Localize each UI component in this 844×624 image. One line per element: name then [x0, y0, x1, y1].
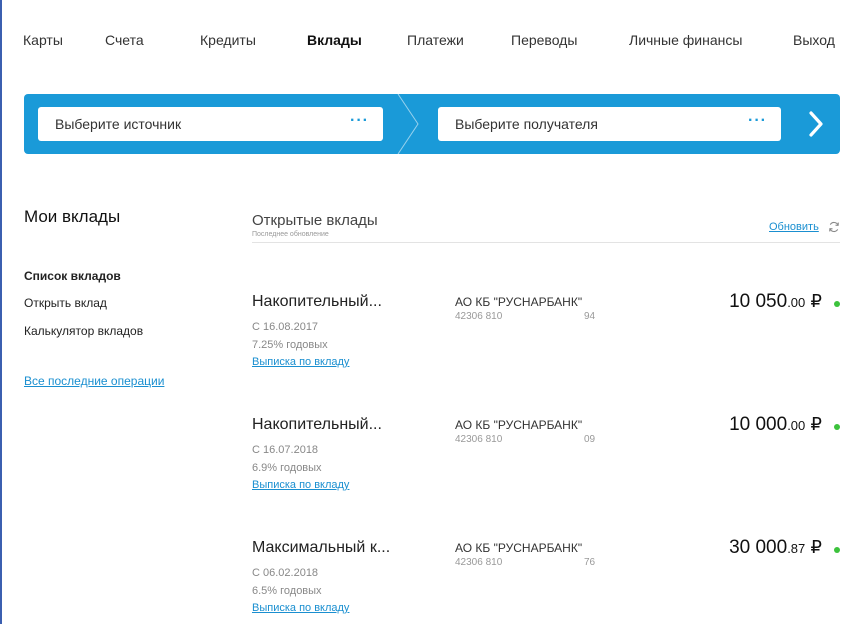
deposit-statement-link[interactable]: Выписка по вкладу — [252, 602, 349, 614]
section-title: Открытые вклады — [252, 212, 378, 229]
amount-fraction: .87 — [787, 541, 806, 556]
transfer-bar: Выберите источник ··· Выберите получател… — [24, 94, 840, 154]
status-dot-icon — [834, 301, 840, 307]
deposit-bank: АО КБ "РУСНАРБАНК" — [455, 418, 583, 432]
nav-item-payments[interactable]: Платежи — [407, 32, 464, 48]
status-dot-icon — [834, 424, 840, 430]
deposit-account-suffix: 94 — [584, 311, 596, 322]
deposit-bank: АО КБ "РУСНАРБАНК" — [455, 295, 583, 309]
deposit-name[interactable]: Максимальный к... — [252, 539, 390, 557]
target-more-icon[interactable]: ··· — [748, 112, 767, 130]
nav-item-cards[interactable]: Карты — [23, 32, 63, 48]
sidebar-item-open[interactable]: Открыть вклад — [24, 296, 107, 310]
sidebar-item-calculator[interactable]: Калькулятор вкладов — [24, 324, 143, 338]
all-operations-link[interactable]: Все последние операции — [24, 374, 164, 388]
amount-integer: 10 050 — [729, 291, 788, 312]
nav-item-accounts[interactable]: Счета — [105, 32, 144, 48]
sidebar-item-list[interactable]: Список вкладов — [24, 269, 121, 283]
deposit-account-suffix: 09 — [584, 434, 596, 445]
source-select[interactable]: Выберите источник ··· — [38, 107, 383, 141]
deposit-date: С 16.08.2017 — [252, 321, 319, 333]
target-select[interactable]: Выберите получателя ··· — [438, 107, 781, 141]
deposit-account-prefix: 42306 810 — [455, 434, 503, 445]
amount-integer: 30 000 — [729, 537, 788, 558]
deposit-statement-link[interactable]: Выписка по вкладу — [252, 356, 349, 368]
deposit-row[interactable]: Накопительный... С 16.07.2018 6.9% годов… — [252, 414, 844, 506]
deposit-date: С 16.07.2018 — [252, 444, 319, 456]
deposit-account-prefix: 42306 810 — [455, 557, 503, 568]
deposit-row[interactable]: Максимальный к... С 06.02.2018 6.5% годо… — [252, 537, 844, 624]
status-dot-icon — [834, 547, 840, 553]
header-divider — [252, 242, 840, 243]
nav-item-logout[interactable]: Выход — [793, 32, 835, 48]
deposit-amount: 10 000.00 ₽ — [729, 414, 822, 436]
deposit-account-prefix: 42306 810 — [455, 311, 503, 322]
deposit-account-suffix: 76 — [584, 557, 596, 568]
deposit-rate: 6.5% годовых — [252, 585, 322, 597]
deposit-rate: 6.9% годовых — [252, 462, 322, 474]
amount-fraction: .00 — [787, 418, 806, 433]
deposit-statement-link[interactable]: Выписка по вкладу — [252, 479, 349, 491]
nav-item-personal-finance[interactable]: Личные финансы — [629, 32, 742, 48]
deposit-rate: 7.25% годовых — [252, 339, 328, 351]
deposit-name[interactable]: Накопительный... — [252, 416, 382, 434]
nav-item-transfers[interactable]: Переводы — [511, 32, 577, 48]
deposit-date: С 06.02.2018 — [252, 567, 319, 579]
target-placeholder: Выберите получателя — [455, 116, 598, 132]
amount-fraction: .00 — [787, 295, 806, 310]
refresh-icon[interactable] — [828, 221, 840, 233]
chevron-right-icon[interactable] — [794, 94, 840, 154]
refresh-link[interactable]: Обновить — [769, 221, 819, 233]
deposit-row[interactable]: Накопительный... С 16.08.2017 7.25% годо… — [252, 291, 844, 383]
source-placeholder: Выберите источник — [55, 116, 182, 132]
deposit-bank: АО КБ "РУСНАРБАНК" — [455, 541, 583, 555]
source-more-icon[interactable]: ··· — [350, 112, 369, 130]
last-update-label: Последнее обновление — [252, 231, 329, 238]
currency-ruble-icon: ₽ — [810, 537, 822, 557]
amount-integer: 10 000 — [729, 414, 788, 435]
top-nav: Карты Счета Кредиты Вклады Платежи Перев… — [2, 0, 844, 80]
sidebar-title: Мои вклады — [24, 207, 121, 226]
chevron-separator-icon — [397, 94, 419, 154]
deposit-amount: 30 000.87 ₽ — [729, 537, 822, 559]
nav-item-deposits[interactable]: Вклады — [307, 32, 362, 48]
nav-item-credits[interactable]: Кредиты — [200, 32, 256, 48]
currency-ruble-icon: ₽ — [810, 291, 822, 311]
deposit-amount: 10 050.00 ₽ — [729, 291, 822, 313]
currency-ruble-icon: ₽ — [810, 414, 822, 434]
deposit-name[interactable]: Накопительный... — [252, 293, 382, 311]
